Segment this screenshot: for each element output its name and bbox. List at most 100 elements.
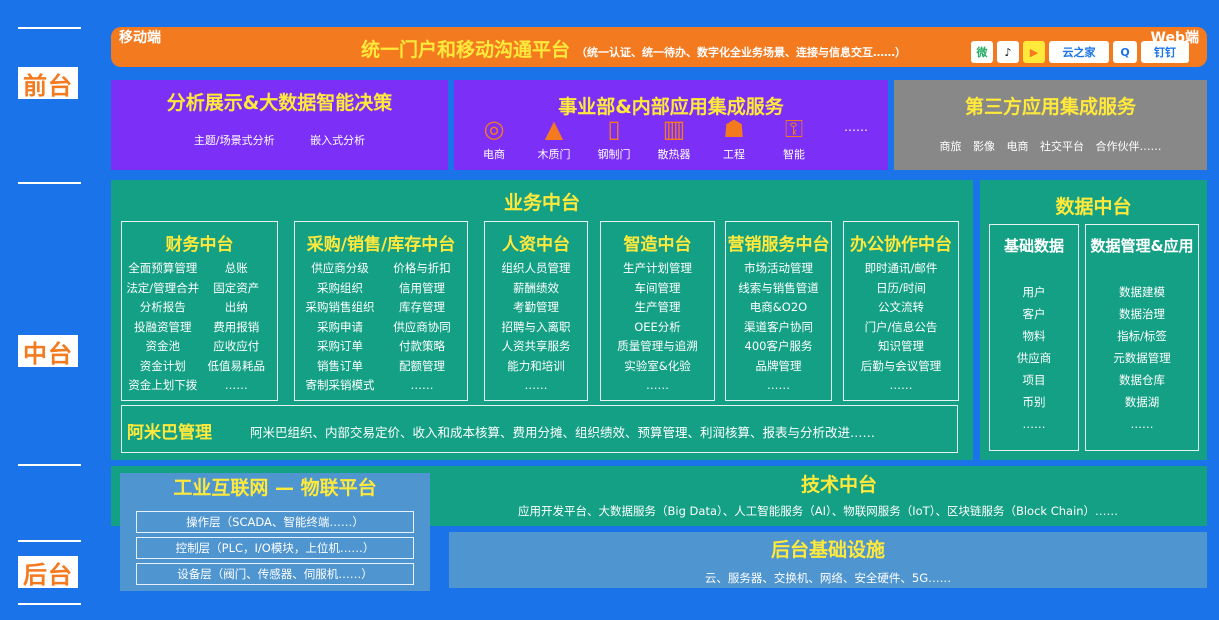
third-party-item: 商旅 bbox=[939, 140, 962, 153]
portal-title: 统一门户和移动沟通平台 （统一认证、统一待办、数字化全业务场景、连接与信息交互……… bbox=[361, 35, 906, 62]
module-item: 实验室&化验 bbox=[624, 358, 691, 373]
business-middle-title: 业务中台 bbox=[503, 192, 580, 214]
bu-label: 智能 bbox=[783, 148, 805, 161]
analytics-box: 分析展示&大数据智能决策 主题/场景式分析 嵌入式分析 bbox=[111, 80, 448, 170]
infrastructure-title: 后台基础设施 bbox=[770, 539, 885, 561]
module-items: 生产计划管理 车间管理 生产管理 OEE分析 质量管理与追溯 实验室&化验 …… bbox=[605, 260, 710, 394]
tiktok-icon: ♪ bbox=[997, 41, 1019, 63]
module-item: 市场活动管理 bbox=[744, 261, 813, 275]
module-item: 渠道客户协同 bbox=[744, 319, 813, 334]
analytics-item: 主题/场景式分析 bbox=[193, 134, 275, 147]
module-finance: 财务中台 全面预算管理 总账 法定/管理合并 固定资产 分析报告 出纳 投融资管理 费用报销资… bbox=[121, 221, 278, 401]
radiator-icon: ▥ bbox=[662, 115, 686, 143]
dingtalk-icon: 钉钉 bbox=[1141, 41, 1189, 63]
portal-subtitle: （统一认证、统一待办、数字化全业务场景、连接与信息交互……） bbox=[576, 46, 907, 59]
module-items: 供应商分级 价格与折扣 采购组织 信用管理 采购销售组织 库存管理 采购申请 供应商协同 采购订… bbox=[299, 260, 463, 394]
smart-lock-icon: ⚿ bbox=[784, 115, 804, 143]
iot-platform: 工业互联网 — 物联平台 操作层（SCADA、智能终端……） 控制层（PLC，I… bbox=[120, 473, 430, 591]
module-item: 全面预算管理 bbox=[128, 261, 198, 275]
module-item: 线索与销售管道 bbox=[738, 280, 819, 295]
module-item: 低值易耗品 bbox=[207, 358, 266, 373]
ecommerce-icon: ◎ bbox=[483, 115, 505, 143]
data-item: 物料 bbox=[1022, 329, 1046, 343]
bu-label: 散热器 bbox=[657, 148, 691, 161]
bu-item: ⚿ 智能 bbox=[764, 114, 824, 162]
module-item: …… bbox=[224, 378, 248, 392]
module-title: 营销服务中台 bbox=[727, 235, 830, 255]
third-party-title: 第三方应用集成服务 bbox=[964, 96, 1136, 118]
module-item: …… bbox=[524, 378, 548, 392]
bu-label: 电商 bbox=[483, 148, 505, 161]
module-item: 销售订单 bbox=[317, 358, 363, 373]
portal-title-text: 统一门户和移动沟通平台 bbox=[361, 39, 571, 61]
module-item: 投融资管理 bbox=[134, 319, 192, 334]
module-item: 薪酬绩效 bbox=[513, 280, 559, 295]
bu-item: ◎ 电商 bbox=[464, 114, 524, 162]
module-office: 办公协作中台 即时通讯/邮件 日历/时间 公文流转 门户/信息公告 知识管理 后勤与会议管… bbox=[843, 221, 959, 401]
module-item: 资金上划下拨 bbox=[128, 378, 198, 392]
module-item: 生产计划管理 bbox=[623, 261, 692, 275]
steel-door-icon: ▯ bbox=[607, 115, 621, 143]
third-party-items: 商旅 影像 电商 社交平台 合作伙伴…… bbox=[894, 138, 1207, 154]
module-item: 总账 bbox=[224, 261, 248, 275]
tech-middle-title: 技术中台 bbox=[801, 474, 878, 496]
module-item: 采购销售组织 bbox=[305, 300, 375, 314]
module-item: 应收应付 bbox=[213, 339, 260, 353]
data-item: …… bbox=[1022, 417, 1046, 431]
third-party-box: 第三方应用集成服务 商旅 影像 电商 社交平台 合作伙伴…… bbox=[894, 80, 1207, 170]
engineering-icon: ☗ bbox=[723, 115, 745, 143]
data-item: 币别 bbox=[1022, 395, 1046, 409]
module-item: 电商&O2O bbox=[749, 300, 808, 314]
divider-line bbox=[18, 540, 81, 542]
yunzhijia-icon: 云之家 bbox=[1049, 41, 1109, 63]
bu-item: ▯ 钢制门 bbox=[584, 114, 644, 162]
module-item: 价格与折扣 bbox=[393, 261, 451, 275]
divider-line bbox=[18, 27, 81, 29]
tech-middle-desc: 应用开发平台、大数据服务（Big Data）、人工智能服务（AI）、物联网服务（… bbox=[518, 504, 1119, 518]
data-item: 数据仓库 bbox=[1119, 373, 1165, 387]
module-item: 分析报告 bbox=[139, 300, 186, 314]
module-title: 人资中台 bbox=[502, 235, 570, 255]
infrastructure-desc: 云、服务器、交换机、网络、安全硬件、5G…… bbox=[704, 571, 952, 585]
module-item: 费用报销 bbox=[213, 319, 260, 334]
iot-layer-control: 控制层（PLC，I/O模块，上位机……） bbox=[136, 537, 414, 559]
data-management-box: 数据管理&应用 数据建模 数据治理 指标/标签 元数据管理 数据仓库 数据湖 …… bbox=[1085, 224, 1199, 451]
analytics-items: 主题/场景式分析 嵌入式分析 bbox=[111, 132, 448, 148]
module-item: 品牌管理 bbox=[755, 358, 802, 373]
bu-label: 钢制门 bbox=[597, 148, 631, 161]
data-item: 客户 bbox=[1022, 307, 1046, 321]
bu-item: ☗ 工程 bbox=[704, 114, 764, 162]
data-management-items: 数据建模 数据治理 指标/标签 元数据管理 数据仓库 数据湖 …… bbox=[1086, 281, 1198, 435]
module-title: 办公协作中台 bbox=[850, 235, 952, 255]
unified-portal-bar: 移动端 Web端 统一门户和移动沟通平台 （统一认证、统一待办、数字化全业务场景、… bbox=[111, 27, 1207, 67]
bu-item: ▲ 木质门 bbox=[524, 114, 584, 162]
data-management-title: 数据管理&应用 bbox=[1090, 237, 1194, 255]
data-middle-platform: 数据中台 基础数据 用户 客户 物料 供应商 项目 币别 …… 数据管理&应用 数据建模 数据… bbox=[980, 180, 1207, 460]
third-party-item: 社交平台 bbox=[1040, 140, 1084, 153]
module-item: 配额管理 bbox=[399, 358, 445, 373]
analytics-title: 分析展示&大数据智能决策 bbox=[166, 92, 393, 114]
module-item: 日历/时间 bbox=[876, 280, 926, 295]
module-items: 市场活动管理 线索与销售管道 电商&O2O 渠道客户协同 400客户服务 品牌管理 …… bbox=[730, 260, 827, 394]
module-item: 采购订单 bbox=[317, 339, 363, 353]
module-item: …… bbox=[767, 378, 790, 392]
business-units-icons: ◎ 电商 ▲ 木质门 ▯ 钢制门 ▥ 散热器 ☗ 工程 ⚿ 智能 bbox=[464, 114, 824, 162]
basic-data-box: 基础数据 用户 客户 物料 供应商 项目 币别 …… bbox=[989, 224, 1079, 451]
module-item: …… bbox=[889, 378, 913, 392]
module-item: 门户/信息公告 bbox=[864, 319, 938, 334]
amoeba-title: 阿米巴管理 bbox=[127, 423, 212, 443]
divider-line bbox=[18, 182, 81, 184]
data-item: 数据湖 bbox=[1124, 395, 1160, 409]
business-middle-platform: 业务中台 财务中台 全面预算管理 总账 法定/管理合并 固定资产 分析报告 出纳 投融资管理… bbox=[111, 180, 973, 460]
layer-label-back: 后台 bbox=[18, 556, 78, 589]
module-item: OEE分析 bbox=[634, 319, 681, 334]
bu-label: 工程 bbox=[723, 148, 745, 161]
iot-title: 工业互联网 — 物联平台 bbox=[173, 477, 377, 499]
module-marketing: 营销服务中台 市场活动管理 线索与销售管道 电商&O2O 渠道客户协同 400客户服务品… bbox=[725, 221, 832, 401]
module-item: 质量管理与追溯 bbox=[617, 339, 698, 353]
amoeba-management: 阿米巴管理 阿米巴组织、内部交易定价、收入和成本核算、费用分摊、组织绩效、预算管… bbox=[121, 405, 958, 453]
kuaishou-icon: ▶ bbox=[1023, 41, 1045, 63]
module-item: 考勤管理 bbox=[513, 300, 559, 314]
module-item: 供应商协同 bbox=[393, 319, 451, 334]
third-party-item: 影像 bbox=[973, 140, 995, 153]
